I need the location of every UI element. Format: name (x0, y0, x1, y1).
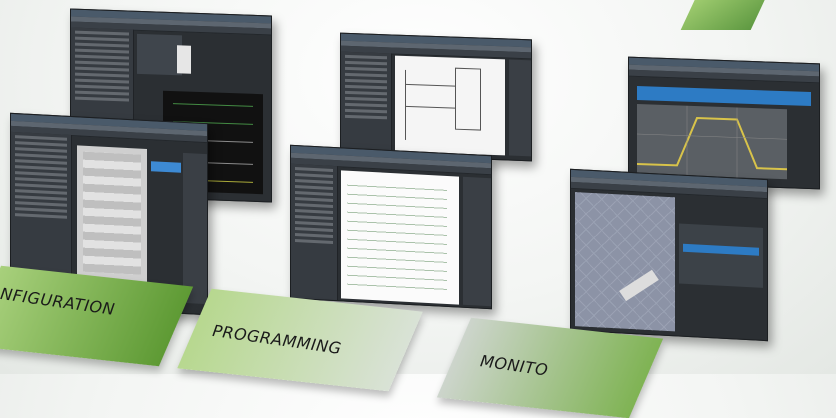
trace-curve-icon (637, 105, 787, 178)
st-code-window (290, 144, 492, 310)
top-green-accent (680, 0, 770, 30)
ladder-window (340, 32, 532, 162)
simulation-3d-window (570, 168, 768, 342)
trace-window (628, 56, 820, 190)
